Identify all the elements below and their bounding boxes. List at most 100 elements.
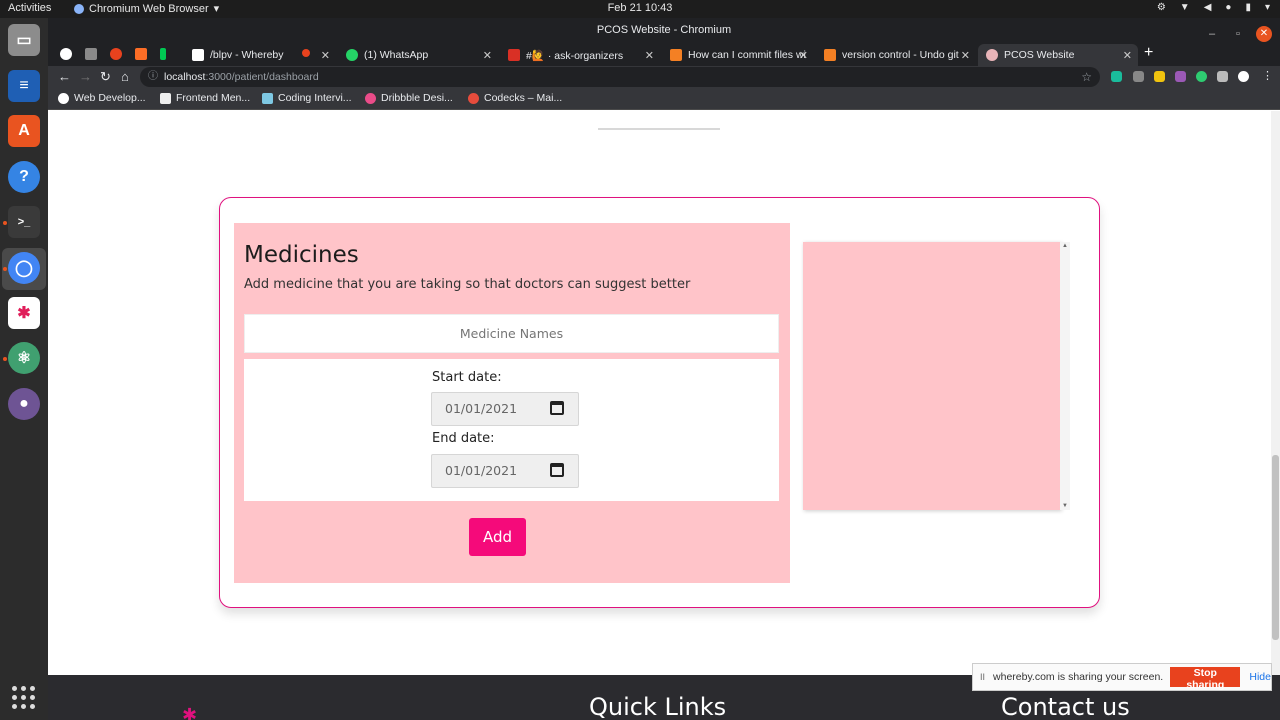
forward-icon[interactable]: → (79, 69, 92, 84)
close-tab-icon[interactable]: ✕ (799, 49, 808, 62)
pcos-favicon (986, 49, 998, 61)
bookmark-item[interactable]: Codecks – Mai... (468, 92, 562, 104)
tab-stackoverflow-undo[interactable]: version control - Undo git ✕ (816, 44, 976, 66)
close-tab-icon[interactable]: ✕ (1123, 49, 1132, 62)
home-icon[interactable]: ⌂ (121, 69, 129, 84)
add-medicine-button[interactable]: Add (469, 518, 526, 556)
battery-icon: ▮ (1245, 2, 1251, 13)
close-tab-icon[interactable]: ✕ (483, 49, 492, 62)
stackoverflow-favicon (670, 49, 682, 61)
writer-icon[interactable]: ≡ (8, 70, 40, 102)
tab-label: /blpv - Whereby (210, 49, 284, 61)
github-icon[interactable]: ● (8, 388, 40, 420)
end-date-input[interactable]: 01/01/2021 (431, 454, 579, 488)
start-date-label: Start date: (432, 370, 502, 385)
url-path: :3000/patient/dashboard (205, 71, 319, 83)
pinned-tab-icon[interactable] (110, 48, 122, 60)
close-tab-icon[interactable]: ✕ (961, 49, 970, 62)
bookmark-favicon (365, 92, 376, 104)
extension-icon[interactable] (1196, 71, 1207, 82)
address-bar[interactable]: ⓘ localhost:3000/patient/dashboard ☆ (140, 67, 1100, 87)
slack-icon[interactable]: ✱ (8, 297, 40, 329)
files-icon[interactable]: ▭ (8, 24, 40, 56)
profile-avatar[interactable] (1238, 71, 1249, 82)
clock[interactable]: Feb 21 10:43 (0, 2, 1280, 14)
bookmark-item[interactable]: Web Develop... (58, 92, 146, 104)
dock: ▭ ≡ A ? >_ ◯ ✱ ⚛ ● (0, 18, 48, 720)
slack-favicon (508, 49, 520, 61)
pinned-tab-icon[interactable] (60, 48, 72, 60)
close-tab-icon[interactable]: ✕ (321, 49, 330, 62)
medicines-list-panel[interactable]: ▲ ▼ (803, 242, 1070, 510)
share-message: whereby.com is sharing your screen. (993, 671, 1164, 683)
running-indicator (3, 221, 7, 225)
bookmark-item[interactable]: Coding Intervi... (262, 92, 352, 104)
whatsapp-favicon (346, 49, 358, 61)
wifi-icon: ▼ (1179, 2, 1190, 13)
tab-whereby[interactable]: /blpv - Whereby ✕ (184, 44, 336, 66)
bookmark-star-icon[interactable]: ☆ (1081, 67, 1092, 87)
bookmark-label: Web Develop... (74, 92, 146, 104)
gitlab-tab-icon[interactable] (135, 48, 147, 60)
back-icon[interactable]: ← (58, 69, 71, 84)
chromium-dock-icon[interactable]: ◯ (8, 252, 40, 284)
end-date-value: 01/01/2021 (445, 463, 518, 478)
medicines-subtitle: Add medicine that you are taking so that… (244, 277, 691, 292)
start-date-input[interactable]: 01/01/2021 (431, 392, 579, 426)
list-scrollbar[interactable]: ▲ ▼ (1060, 242, 1070, 510)
tab-whatsapp[interactable]: (1) WhatsApp ✕ (338, 44, 498, 66)
close-window-icon[interactable]: ✕ (1256, 26, 1272, 42)
terminal-icon[interactable]: >_ (8, 206, 40, 238)
medicine-name-input[interactable] (244, 314, 779, 353)
atom-icon[interactable]: ⚛ (8, 342, 40, 374)
extension-icon[interactable] (1154, 71, 1165, 82)
tab-stackoverflow-commit[interactable]: How can I commit files wi ✕ (662, 44, 814, 66)
bookmark-item[interactable]: Dribbble Desi... (365, 92, 453, 104)
menu-kebab-icon[interactable]: ⋮ (1262, 69, 1273, 82)
system-top-bar: Activities Chromium Web Browser ▾ Feb 21… (0, 0, 1280, 18)
scroll-down-arrow-icon[interactable]: ▼ (1062, 503, 1068, 509)
pinned-tab-icon[interactable] (85, 48, 97, 60)
pause-icon[interactable]: II (980, 672, 985, 682)
close-tab-icon[interactable]: ✕ (645, 49, 654, 62)
screen-share-bar: II whereby.com is sharing your screen. S… (972, 663, 1272, 691)
extension-icon[interactable] (1111, 71, 1122, 82)
pinned-tab-icon[interactable] (160, 48, 166, 60)
extensions-puzzle-icon[interactable] (1217, 71, 1228, 82)
tab-label: #🙋 · ask-organizers (526, 49, 624, 62)
stop-sharing-button[interactable]: Stop sharing (1170, 667, 1241, 691)
tab-strip: /blpv - Whereby ✕ (1) WhatsApp ✕ #🙋 · as… (48, 42, 1280, 66)
tab-ask-organizers[interactable]: #🙋 · ask-organizers ✕ (500, 44, 660, 66)
tab-label: PCOS Website (1004, 49, 1075, 61)
extension-icon[interactable] (1175, 71, 1186, 82)
bookmark-label: Frontend Men... (176, 92, 251, 104)
medicines-card: Medicines Add medicine that you are taki… (219, 197, 1100, 608)
bookmark-favicon (262, 92, 273, 104)
bookmark-label: Dribbble Desi... (381, 92, 453, 104)
page-scrollbar-thumb[interactable] (1272, 455, 1279, 640)
site-info-icon[interactable]: ⓘ (148, 67, 158, 87)
scroll-up-arrow-icon[interactable]: ▲ (1062, 243, 1068, 249)
extension-icon[interactable] (1133, 71, 1144, 82)
software-center-icon[interactable]: A (8, 115, 40, 147)
bookmark-item[interactable]: Frontend Men... (160, 92, 250, 104)
tab-label: How can I commit files wi (688, 49, 806, 61)
contact-us-heading: Contact us (1001, 693, 1130, 720)
system-tray[interactable]: ⚙ ▼ ◀ ● ▮ ▾ (1157, 2, 1270, 13)
bookmark-favicon (160, 92, 171, 104)
show-applications-icon[interactable] (12, 686, 36, 710)
stackoverflow-favicon (824, 49, 836, 61)
calendar-icon[interactable] (550, 463, 564, 477)
running-indicator (3, 267, 7, 271)
reload-icon[interactable]: ↻ (100, 69, 111, 85)
medicines-title: Medicines (244, 242, 359, 268)
hide-share-bar-link[interactable]: Hide (1249, 671, 1271, 683)
page-scrollbar[interactable] (1271, 111, 1280, 675)
site-logo-icon[interactable]: ✱ (182, 705, 197, 720)
new-tab-icon[interactable]: + (1144, 44, 1153, 62)
calendar-icon[interactable] (550, 401, 564, 415)
help-icon[interactable]: ? (8, 161, 40, 193)
tab-pcos-website[interactable]: PCOS Website ✕ (978, 44, 1138, 66)
bookmarks-bar: Web Develop... Frontend Men... Coding In… (48, 88, 1280, 110)
recording-icon (302, 49, 310, 57)
